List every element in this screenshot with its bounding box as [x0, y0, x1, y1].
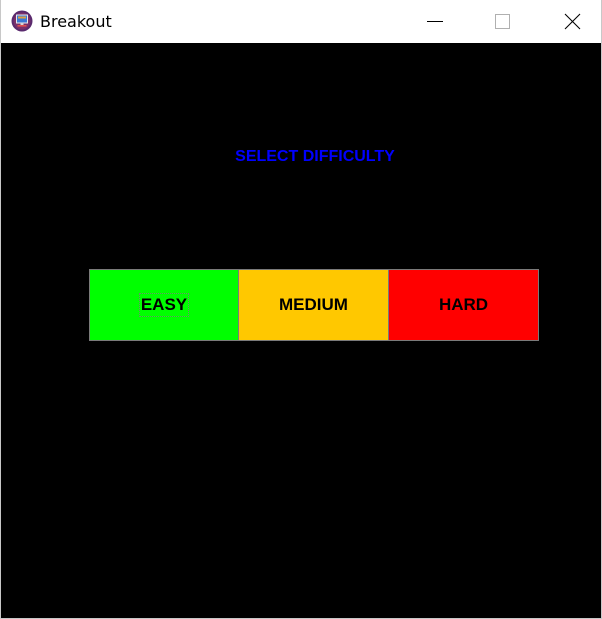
maximize-icon [495, 14, 510, 29]
easy-button-label: EASY [140, 295, 188, 314]
window-title: Breakout [40, 12, 112, 31]
game-canvas: SELECT DIFFICULTY EASY MEDIUM HARD [1, 43, 601, 618]
medium-button-label: MEDIUM [279, 295, 348, 314]
close-button[interactable] [549, 0, 595, 43]
easy-button[interactable]: EASY [89, 269, 239, 341]
medium-button[interactable]: MEDIUM [238, 269, 389, 341]
minimize-icon [427, 21, 443, 22]
hard-button-label: HARD [438, 295, 489, 314]
minimize-button[interactable] [411, 0, 457, 43]
maximize-button[interactable] [479, 0, 525, 43]
focus-indicator: EASY [138, 293, 190, 317]
breakout-app-icon[interactable] [11, 10, 33, 32]
close-icon [564, 13, 581, 30]
app-window: Breakout SELECT DIFFICULTY EASY MEDIUM H… [0, 0, 602, 619]
hard-button[interactable]: HARD [388, 269, 539, 341]
title-bar[interactable]: Breakout [1, 0, 601, 43]
select-difficulty-heading: SELECT DIFFICULTY [235, 148, 395, 165]
